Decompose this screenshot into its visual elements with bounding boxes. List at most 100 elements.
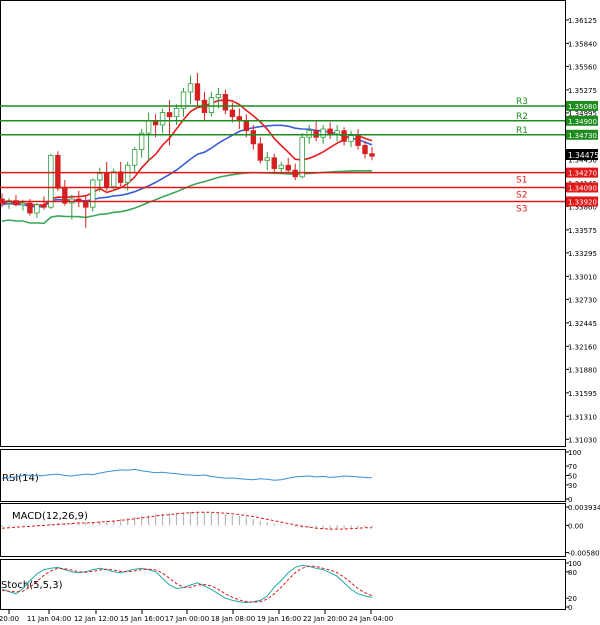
rsi-tick-label: 50 <box>568 473 577 481</box>
pivot-name-r3: R3 <box>516 97 528 107</box>
candle-body <box>55 154 61 189</box>
candle <box>90 178 96 212</box>
time-tick-label: 17 Jan 00:00 <box>165 615 209 623</box>
candle <box>55 151 61 191</box>
price-panel-frame <box>0 0 566 447</box>
candle-body <box>41 204 47 208</box>
candle-body <box>271 157 277 169</box>
candle-body <box>110 171 117 188</box>
price-tick-label: 1.31030 <box>568 436 597 444</box>
macd-title: MACD(12,26,9) <box>12 511 88 522</box>
candle-body <box>208 97 215 113</box>
time-tick-label: 12 Jan 12:00 <box>74 615 118 623</box>
price-tick-label: 1.35275 <box>568 87 597 95</box>
candle-body <box>131 149 138 166</box>
pivot-tag-label-r2: 1.34900 <box>568 118 597 126</box>
candle-body <box>369 153 375 157</box>
candle-body <box>27 202 33 214</box>
stoch-tick-label: 0 <box>568 604 572 612</box>
candle <box>299 133 305 179</box>
candle-body <box>83 201 89 208</box>
stoch-tick-label: 80 <box>568 569 577 577</box>
macd-tick-label: 0.00 <box>568 522 584 530</box>
macd-axis: 0.003934 0.00 -0.005803 <box>565 504 600 557</box>
candle-body <box>313 130 319 138</box>
candle-body <box>124 164 131 183</box>
candle-body <box>187 83 194 93</box>
rsi-title: RSI(14) <box>2 473 39 484</box>
candle-body <box>166 112 173 118</box>
candle-body <box>138 132 145 150</box>
candle-body <box>320 128 326 138</box>
candle-body <box>341 130 347 142</box>
time-tick-label: 15 Jan 16:00 <box>120 615 164 623</box>
pivot-name-r2: R2 <box>516 112 528 122</box>
price-tick-label: 1.31310 <box>568 413 597 421</box>
time-tick-label: 24 Jan 04:00 <box>349 615 393 623</box>
pivot-tag-label-r1: 1.34730 <box>568 132 597 140</box>
rsi-tick-label: 70 <box>568 463 577 471</box>
price-axis: 1.361251.358401.355601.352751.349951.347… <box>565 17 597 444</box>
pivot-tag-label-s3: 1.33920 <box>568 198 597 206</box>
candle-body <box>222 94 229 111</box>
price-tick-label: 1.32160 <box>568 343 597 351</box>
macd-tick-label: -0.005803 <box>568 549 600 557</box>
candle-body <box>306 130 312 138</box>
candle-body <box>334 130 340 135</box>
rsi-tick-label: 100 <box>568 449 581 457</box>
current-price-tag: 1.34475 <box>566 149 599 160</box>
price-tick-label: 1.32730 <box>568 296 597 304</box>
macd-tick-label: 0.003934 <box>568 504 600 512</box>
candle-body <box>90 179 96 208</box>
price-tick-label: 1.33575 <box>568 227 597 235</box>
rsi-tick-label: 0 <box>568 496 572 504</box>
pivot-tag-label-s2: 1.34090 <box>568 184 597 192</box>
price-tick-label: 1.33010 <box>568 273 597 281</box>
time-tick-label: 11 Jan 04:00 <box>27 615 71 623</box>
candle-body <box>159 112 166 126</box>
time-tick-label: 20:00 <box>0 615 19 623</box>
candle-body <box>327 128 333 135</box>
time-axis: 20:00 11 Jan 04:00 12 Jan 12:00 15 Jan 16:0… <box>0 610 393 623</box>
candle-body <box>104 173 110 188</box>
stoch-tick-label: 20 <box>568 595 577 603</box>
stoch-panel: Stoch(5,5,3) 10080200 <box>0 559 581 612</box>
price-tick-label: 1.31880 <box>568 366 597 374</box>
candle-body <box>257 143 264 161</box>
macd-panel: MACD(12,26,9) 0.003934 0.00 -0.005803 <box>0 503 600 557</box>
candle-body <box>229 109 236 118</box>
rsi-panel-frame <box>0 449 566 502</box>
price-tick-label: 1.32445 <box>568 320 597 328</box>
candle-body <box>97 173 103 181</box>
candle-body <box>243 120 250 132</box>
pivot-name-s1: S1 <box>516 176 527 186</box>
candle-body <box>215 94 222 99</box>
candle <box>48 153 54 209</box>
candle-body <box>299 136 305 178</box>
pivot-tag-label-s1: 1.34270 <box>568 170 597 178</box>
candle-body <box>278 164 284 169</box>
stoch-panel-frame <box>0 559 566 610</box>
price-panel: 1.361251.358401.355601.352751.349951.347… <box>0 0 599 447</box>
current-price-label: 1.34475 <box>568 151 599 160</box>
candle-body <box>348 135 354 142</box>
candle-body <box>145 120 152 134</box>
time-tick-label: 18 Jan 08:00 <box>211 615 255 623</box>
candle-body <box>362 145 368 155</box>
pivot-name-s2: S2 <box>516 190 527 200</box>
stoch-tick-label: 100 <box>568 560 581 568</box>
candle-body <box>117 171 124 183</box>
candle-body <box>292 169 298 178</box>
candle-body <box>194 83 201 101</box>
forex-chart: 1.361251.358401.355601.352751.349951.347… <box>0 0 600 623</box>
candle-body <box>264 157 270 161</box>
pivot-name-r1: R1 <box>516 126 528 136</box>
rsi-axis: 100 70 5030 0 <box>565 449 581 504</box>
price-tick-label: 1.35560 <box>568 63 597 71</box>
candle-body <box>250 130 257 145</box>
candle-body <box>285 164 291 171</box>
candle-body <box>173 108 180 118</box>
candle-body <box>355 135 361 146</box>
price-tick-label: 1.33295 <box>568 250 597 258</box>
rsi-panel: RSI(14) 100 70 5030 0 <box>0 449 581 504</box>
